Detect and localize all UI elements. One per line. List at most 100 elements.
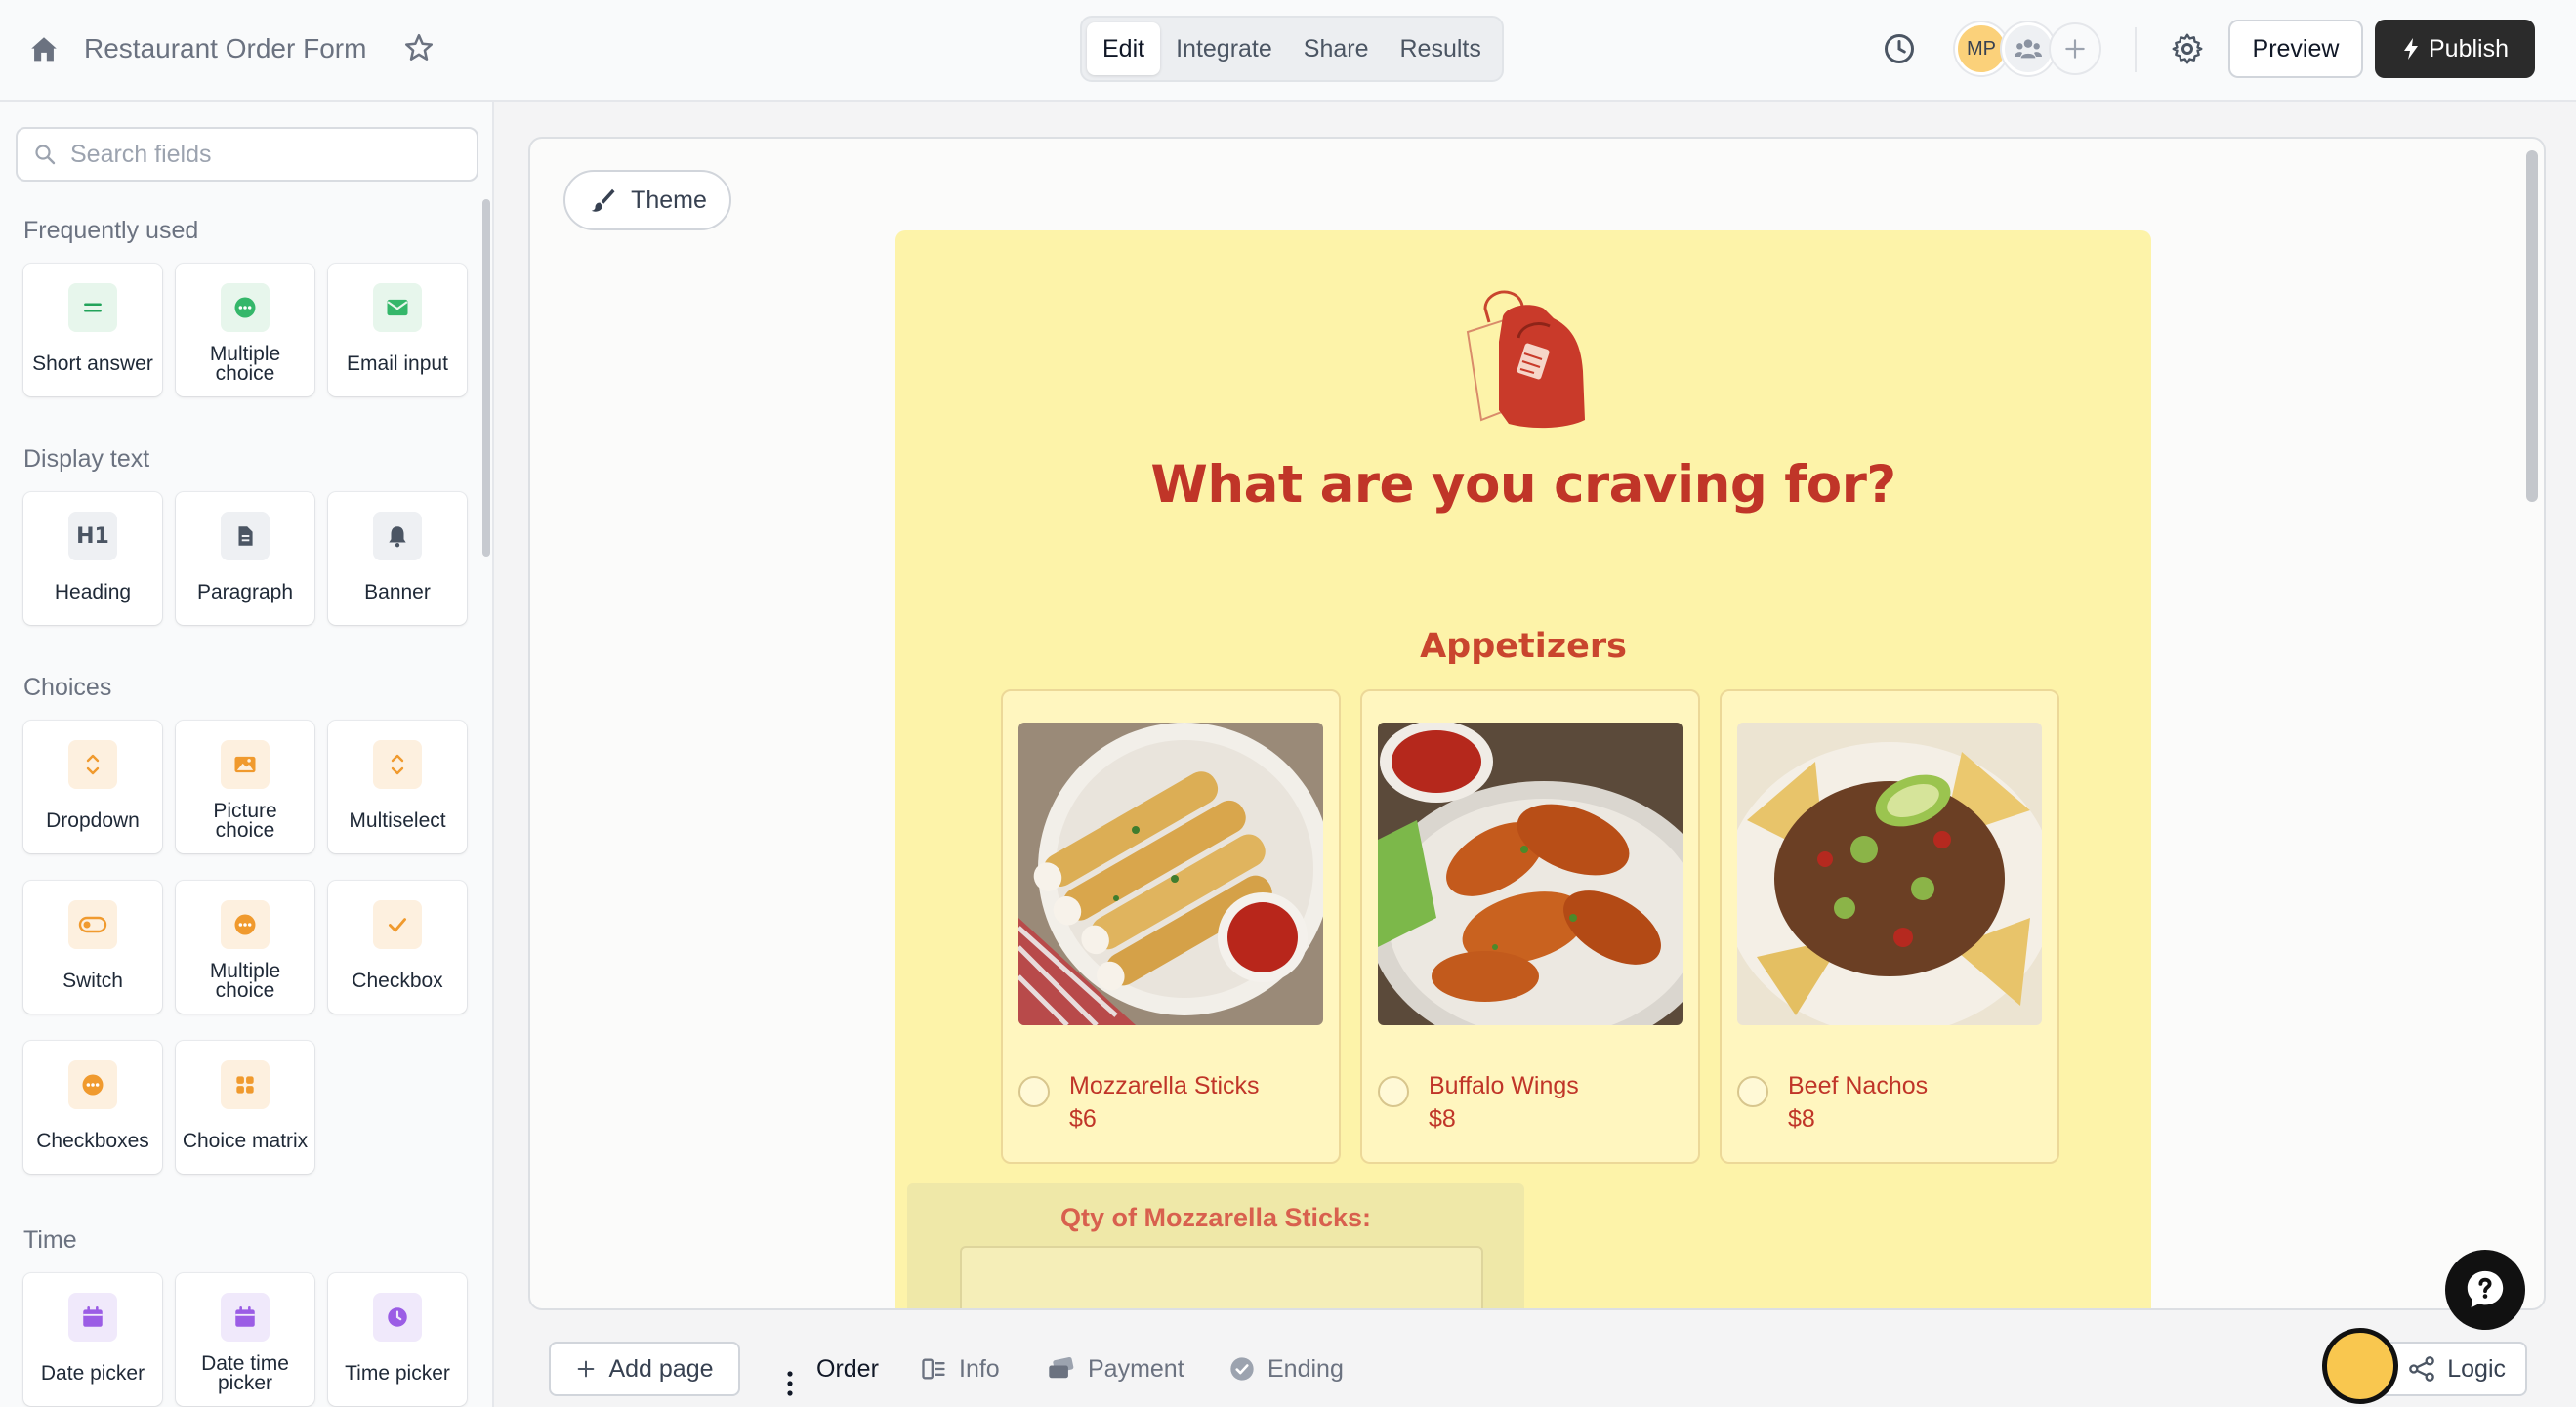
field-label: Multiple choice — [209, 343, 281, 385]
mode-tabs: Edit Integrate Share Results — [1080, 16, 1504, 82]
qty-field-block[interactable]: Qty of Mozzarella Sticks: — [907, 1183, 1524, 1308]
star-icon[interactable] — [402, 31, 436, 64]
field-multiple-choice[interactable]: Multiple choice — [176, 264, 314, 396]
add-page-button[interactable]: Add page — [549, 1342, 740, 1396]
section-title-frequently-used: Frequently used — [23, 217, 199, 244]
home-icon[interactable] — [27, 33, 61, 66]
field-checkboxes[interactable]: Checkboxes — [23, 1041, 162, 1174]
field-picture-choice[interactable]: Picture choice — [176, 721, 314, 853]
field-switch[interactable]: Switch — [23, 881, 162, 1014]
field-label: Switch — [62, 970, 123, 992]
page-tab-label: Info — [959, 1354, 1000, 1383]
form-heading[interactable]: What are you craving for? — [895, 455, 2151, 515]
choice-card-mozzarella-sticks[interactable]: Mozzarella Sticks $6 — [1001, 689, 1341, 1164]
theme-label: Theme — [631, 186, 707, 214]
bell-icon — [373, 512, 422, 560]
tab-results[interactable]: Results — [1385, 22, 1497, 75]
field-label: Date time picker — [201, 1352, 289, 1394]
field-label: Paragraph — [196, 581, 294, 603]
tab-share[interactable]: Share — [1288, 22, 1385, 75]
email-icon — [373, 283, 422, 332]
clock-icon — [373, 1293, 422, 1342]
short-answer-icon — [68, 283, 117, 332]
logic-button[interactable]: Logic — [2379, 1342, 2527, 1396]
field-email-input[interactable]: Email input — [328, 264, 467, 396]
canvas-scroll-thumb[interactable] — [2526, 150, 2538, 502]
multiple-choice-icon — [221, 283, 270, 332]
dropdown-icon — [68, 740, 117, 789]
avatar[interactable]: MP — [1955, 22, 2008, 75]
page-tab-ending[interactable]: Ending — [1228, 1342, 1344, 1396]
field-dropdown[interactable]: Dropdown — [23, 721, 162, 853]
field-date-picker[interactable]: Date picker — [23, 1273, 162, 1406]
more-options-icon[interactable] — [785, 1369, 795, 1398]
sidebar-scrollbar[interactable] — [482, 199, 490, 557]
field-label: Picture choice — [213, 800, 277, 842]
history-icon[interactable] — [1882, 31, 1917, 66]
choice-radio[interactable] — [1737, 1076, 1768, 1107]
field-label: Dropdown — [46, 809, 140, 832]
section-title-time: Time — [23, 1226, 77, 1254]
info-icon — [922, 1358, 945, 1380]
field-time-picker[interactable]: Time picker — [328, 1273, 467, 1406]
publish-label: Publish — [2429, 34, 2509, 62]
choice-price: $8 — [1429, 1105, 1456, 1133]
grid-icon — [221, 1060, 270, 1109]
page-tab-info[interactable]: Info — [920, 1342, 1000, 1396]
field-paragraph[interactable]: Paragraph — [176, 492, 314, 625]
choice-card-beef-nachos[interactable]: Beef Nachos $8 — [1720, 689, 2059, 1164]
search-input[interactable] — [70, 140, 461, 169]
check-circle-icon — [1230, 1357, 1254, 1381]
field-banner[interactable]: Banner — [328, 492, 467, 625]
multiple-choice-icon — [221, 900, 270, 949]
checkboxes-icon — [68, 1060, 117, 1109]
field-date-time-picker[interactable]: Date time picker — [176, 1273, 314, 1406]
field-choice-matrix[interactable]: Choice matrix — [176, 1041, 314, 1174]
choice-price: $8 — [1788, 1105, 1815, 1133]
publish-button[interactable]: Publish — [2375, 20, 2535, 78]
canvas-scrollbar[interactable] — [2522, 145, 2540, 1304]
checkmark-icon — [373, 900, 422, 949]
time-fields: Date picker Date time picker Time picker — [23, 1273, 467, 1406]
field-multiselect[interactable]: Multiselect — [328, 721, 467, 853]
page-tab-label: Payment — [1088, 1354, 1184, 1383]
field-label: Multiselect — [349, 809, 446, 832]
field-label: Checkbox — [352, 970, 443, 992]
tab-edit[interactable]: Edit — [1087, 22, 1161, 75]
qty-input[interactable] — [960, 1246, 1483, 1308]
choice-radio[interactable] — [1378, 1076, 1409, 1107]
choice-card-buffalo-wings[interactable]: Buffalo Wings $8 — [1360, 689, 1700, 1164]
preview-button[interactable]: Preview — [2228, 20, 2363, 78]
choice-radio[interactable] — [1018, 1076, 1050, 1107]
field-checkbox[interactable]: Checkbox — [328, 881, 467, 1014]
search-icon — [35, 145, 56, 165]
mozzarella-sticks-image — [1018, 723, 1323, 1025]
search-box[interactable] — [16, 127, 478, 182]
page-tab-payment[interactable]: Payment — [1047, 1342, 1184, 1396]
field-heading[interactable]: H1 Heading — [23, 492, 162, 625]
choice-name: Buffalo Wings — [1429, 1072, 1579, 1099]
buffalo-wings-image — [1378, 723, 1683, 1025]
logic-share-icon — [2409, 1356, 2435, 1382]
plus-icon — [578, 1360, 595, 1378]
page-tab-order[interactable]: Order — [816, 1342, 879, 1396]
top-bar: Restaurant Order Form Edit Integrate Sha… — [0, 0, 2576, 102]
lightning-icon — [2404, 38, 2418, 60]
tab-integrate[interactable]: Integrate — [1160, 22, 1288, 75]
gear-icon[interactable] — [2170, 31, 2205, 66]
page-tab-label: Ending — [1267, 1354, 1344, 1383]
section-heading[interactable]: Appetizers — [895, 627, 2151, 666]
theme-button[interactable]: Theme — [563, 170, 731, 230]
add-collaborator-button[interactable] — [2049, 22, 2101, 75]
field-label: Email input — [347, 352, 448, 375]
display-text-fields: H1 Heading Paragraph Banner — [23, 492, 467, 625]
section-title-display-text: Display text — [23, 445, 150, 473]
multiselect-icon — [373, 740, 422, 789]
form-title[interactable]: Restaurant Order Form — [84, 29, 366, 68]
frequently-used-fields: Short answer Multiple choice Email input — [23, 264, 467, 396]
field-multiple-choice-2[interactable]: Multiple choice — [176, 881, 314, 1014]
field-short-answer[interactable]: Short answer — [23, 264, 162, 396]
paintbrush-icon — [591, 188, 615, 212]
team-icon[interactable] — [2002, 22, 2055, 75]
divider — [2135, 27, 2137, 72]
